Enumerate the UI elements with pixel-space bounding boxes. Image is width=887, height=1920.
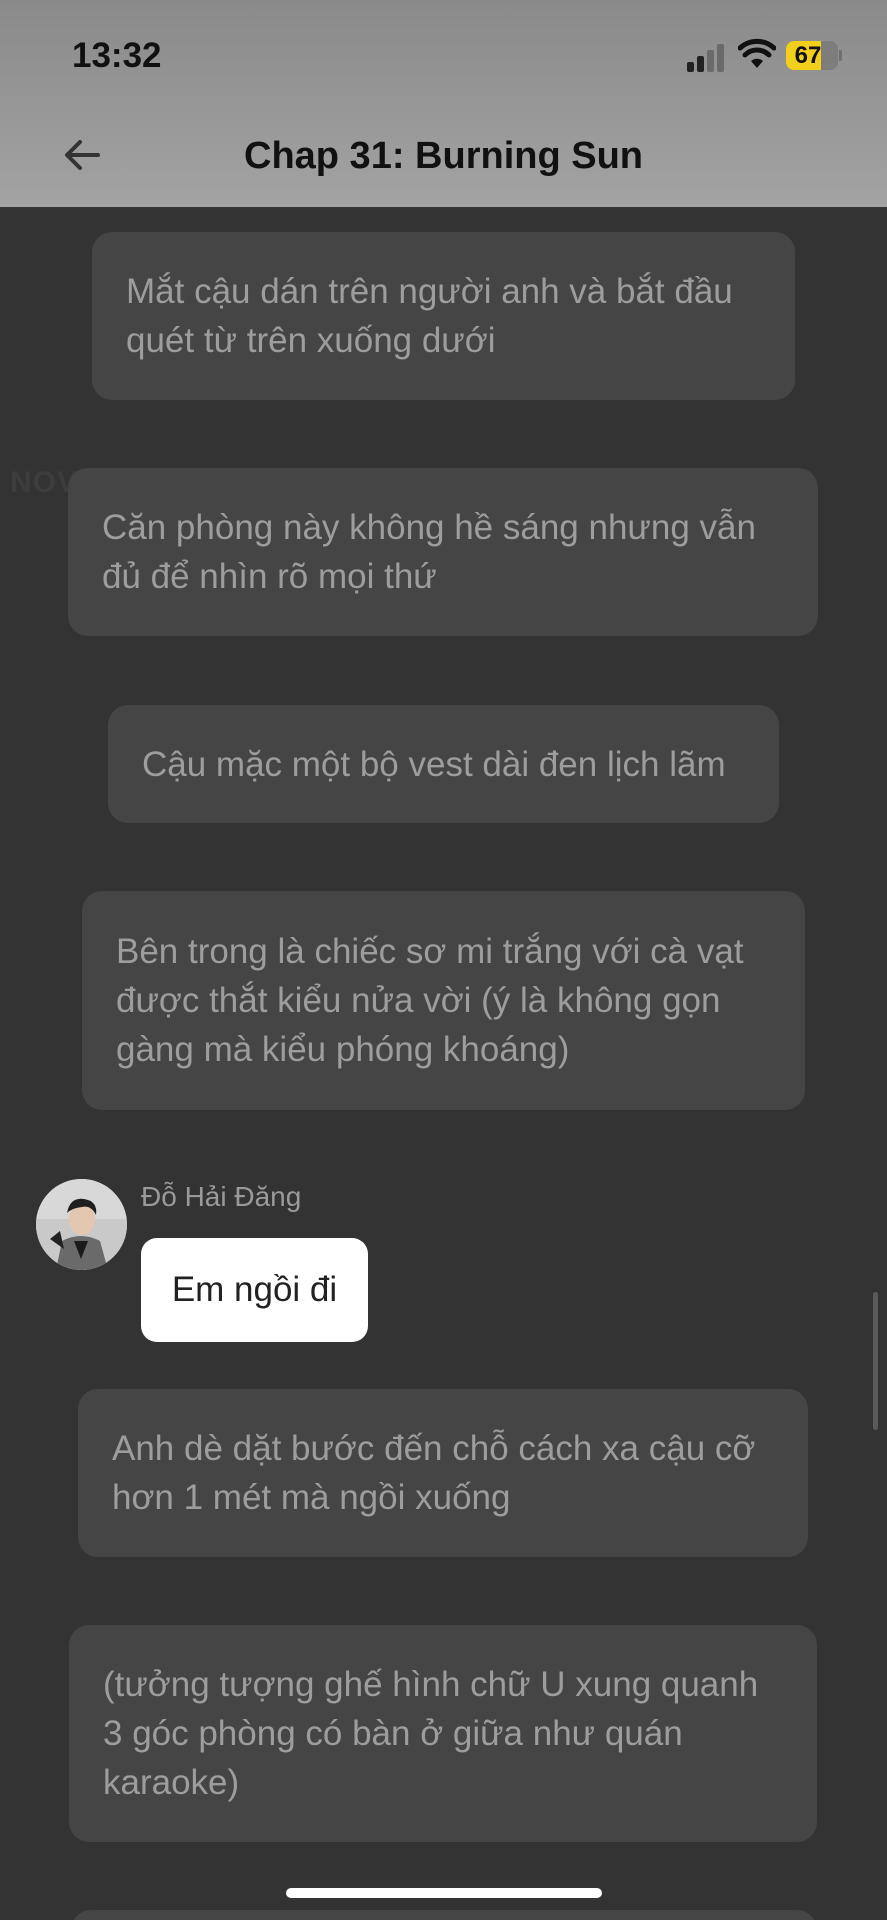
signal-icon — [687, 40, 727, 72]
chapter-title: Chap 31: Burning Sun — [244, 135, 643, 177]
avatar[interactable] — [36, 1179, 127, 1270]
narration-bubble: Mắt cậu dán trên người anh và bắt đầu qu… — [92, 232, 795, 400]
narration-bubble: (tưởng tượng ghế hình chữ U xung quanh 3… — [69, 1625, 817, 1842]
narration-bubble: Bên trong là chiếc sơ mi trắng với cà vạ… — [82, 891, 805, 1110]
battery-icon: 67 — [786, 41, 842, 70]
status-time: 13:32 — [72, 36, 162, 75]
narration-bubble-partial — [71, 1910, 817, 1920]
wifi-icon — [738, 38, 776, 68]
narration-bubble: Căn phòng này không hề sáng nhưng vẫn đủ… — [68, 468, 818, 636]
narration-bubble: Anh dè dặt bước đến chỗ cách xa cậu cỡ h… — [78, 1389, 808, 1557]
chat-story-screen: 13:32 67 Chap 31: Burning Sun NOVELTOON … — [0, 0, 887, 1920]
speaker-name: Đỗ Hải Đăng — [141, 1181, 302, 1212]
battery-level: 67 — [794, 42, 822, 69]
speech-bubble: Em ngồi đi — [141, 1238, 368, 1342]
home-indicator[interactable] — [286, 1888, 602, 1898]
narration-bubble: Cậu mặc một bộ vest dài đen lịch lãm — [108, 705, 779, 823]
scrollbar[interactable] — [873, 1292, 878, 1430]
header: 13:32 67 Chap 31: Burning Sun — [0, 0, 887, 207]
